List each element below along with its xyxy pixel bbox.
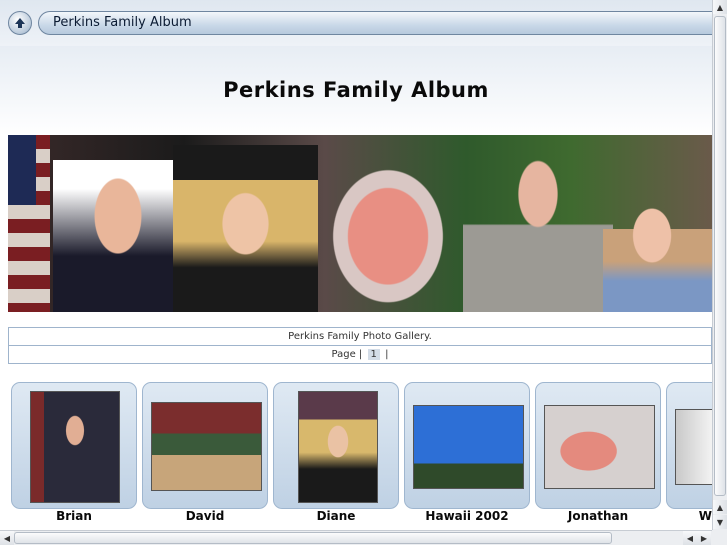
pager-prefix: Page | [331,349,363,360]
pager-suffix: | [385,349,389,360]
album-label-brian[interactable]: Brian [11,509,137,523]
arrow-up-icon [15,18,25,28]
banner-person-man [463,145,613,312]
album-thumb-diane[interactable] [273,382,399,509]
album-thumb-david[interactable] [142,382,268,509]
scroll-down-arrow-icon[interactable]: ▼ [713,515,727,529]
horizontal-scroll-thumb[interactable] [14,532,612,544]
up-button[interactable] [8,11,32,35]
scroll-left-arrow-icon[interactable]: ◀ [0,531,14,545]
location-title[interactable]: Perkins Family Album [38,11,727,35]
album-label-diane[interactable]: Diane [273,509,399,523]
scroll-left-arrow-icon-right[interactable]: ◀ [683,531,697,545]
vertical-scrollbar[interactable]: ▲ ▲ ▼ [712,0,727,530]
banner-person-woman [603,190,712,312]
gallery-caption: Perkins Family Photo Gallery. [8,327,712,346]
album-thumb-brian[interactable] [11,382,137,509]
flag-canton [8,135,36,205]
album-photo [298,391,378,503]
horizontal-scrollbar[interactable]: ◀ ◀ ▶ [0,530,712,545]
page-header: Perkins Family Album [0,46,712,136]
album-label-jonathan[interactable]: Jonathan [535,509,661,523]
album-label-partial[interactable]: W [666,509,712,523]
scrollbar-corner [712,530,727,545]
page-title: Perkins Family Album [223,78,489,102]
pager: Page | 1 | [8,345,712,364]
album-photo [675,409,714,485]
album-label-hawaii-2002[interactable]: Hawaii 2002 [404,509,530,523]
album-photo [30,391,120,503]
scroll-up-arrow-icon-lower[interactable]: ▲ [713,500,727,514]
page-link-1[interactable]: 1 [367,349,380,360]
banner-person-sailor [53,160,183,312]
scroll-right-arrow-icon[interactable]: ▶ [697,531,711,545]
album-thumb-hawaii-2002[interactable] [404,382,530,509]
banner-person-baby [308,140,468,312]
album-thumb-partial[interactable] [666,382,714,509]
banner-image [8,135,712,312]
album-photo [544,405,655,489]
gallery-info-table: Perkins Family Photo Gallery. Page | 1 | [8,327,712,364]
album-photo [151,402,262,491]
album-label-david[interactable]: David [142,509,268,523]
location-bar: Perkins Family Album [0,0,727,46]
banner-person-graduate [173,145,318,312]
album-thumb-jonathan[interactable] [535,382,661,509]
scroll-up-arrow-icon[interactable]: ▲ [713,0,727,14]
vertical-scroll-thumb[interactable] [714,16,726,496]
album-photo [413,405,524,489]
